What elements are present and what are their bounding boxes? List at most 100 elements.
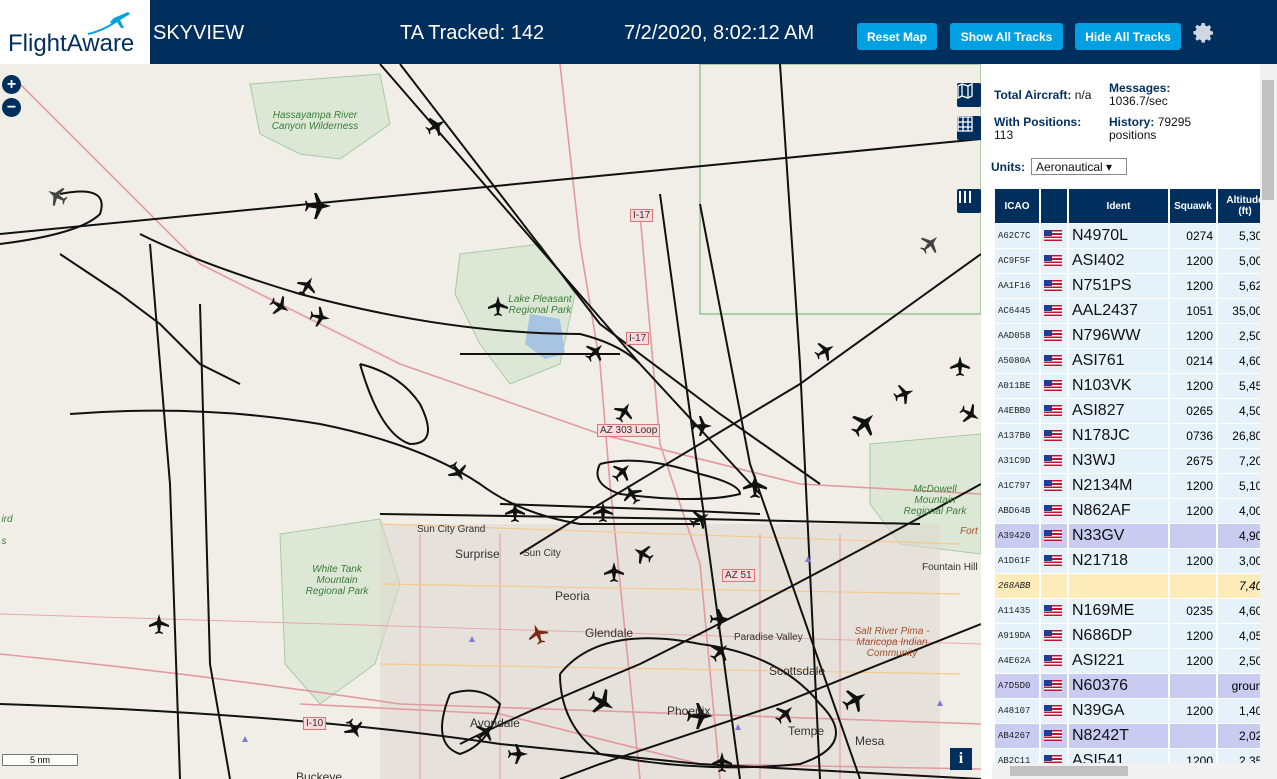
flag-cell [1041,299,1067,323]
icao-cell: A62C7C [995,224,1039,248]
table-row[interactable]: AA1F16 N751PS 1200 5,625 [995,274,1272,298]
table-row[interactable]: ABD64B N862AF 1200 4,000 [995,499,1272,523]
reset-map-button[interactable]: Reset Map [857,23,937,50]
table-row[interactable]: A137B0 N178JC 0736 26,800 [995,424,1272,448]
airplane-logo-icon [87,12,130,35]
ident-cell: N21718 [1069,549,1168,573]
flag-cell [1041,549,1067,573]
city-label-phoenix: Phoenix [667,704,711,718]
icao-cell: ABD64B [995,499,1039,523]
col-squawk[interactable]: Squawk [1170,189,1216,223]
col-flag[interactable] [1041,189,1067,223]
units-label: Units: [991,160,1025,174]
table-row[interactable]: A7D5D0 N60376 ground [995,674,1272,698]
map-layers-button[interactable] [957,83,981,107]
table-row[interactable]: 268ABB 7,400 [995,574,1272,598]
table-row[interactable]: A1C797 N2134M 1200 5,100 [995,474,1272,498]
map-layer[interactable] [0,64,981,779]
flag-cell [1041,574,1067,598]
city-label-glendale: Glendale [585,626,634,640]
squawk-cell [1170,724,1216,748]
table-row[interactable]: A011BE N103VK 1200 5,450 [995,374,1272,398]
top-bar: FlightAware SKYVIEW TA Tracked: 142 7/2/… [0,0,1277,64]
city-label-tempe: Tempe [788,724,825,738]
park-label-white-tank: White Tank Mountain Regional Park [305,564,369,597]
table-row[interactable]: A39420 N33GV 4,900 [995,524,1272,548]
us-flag-icon [1044,480,1062,492]
flag-cell [1041,699,1067,723]
table-row[interactable]: AB4267 N8242T 2,025 [995,724,1272,748]
icao-cell: A011BE [995,374,1039,398]
total-aircraft-label: Total Aircraft: [994,88,1072,102]
table-row[interactable]: A919DA N686DP 1200 4,050 [995,624,1272,648]
table-row[interactable]: A1D61F N21718 1200 3,000 [995,549,1272,573]
table-row[interactable]: A5080A ASI761 0214 4,600 [995,349,1272,373]
park-label-edge-2: s [1,536,7,547]
ident-cell: N8242T [1069,724,1168,748]
city-label-fountain-hills: Fountain Hill [922,562,978,573]
us-flag-icon [1044,305,1062,317]
gear-icon[interactable] [1192,21,1216,45]
flag-cell [1041,399,1067,423]
table-row[interactable]: A4E62A ASI221 1200 2,500 [995,649,1272,673]
table-row[interactable]: A11435 N169ME 0235 4,600 [995,599,1272,623]
squawk-cell: 1200 [1170,624,1216,648]
table-row[interactable]: A31C9D N3WJ 2675 7,200 [995,449,1272,473]
table-row[interactable]: AAD058 N796WW 1200 2,500 [995,324,1272,348]
units-select[interactable]: Aeronautical ▾ [1031,158,1127,175]
park-label-mcdowell: McDowell Mountain Regional Park [903,484,967,517]
map-canvas[interactable]: Hassayampa River Canyon Wilderness Lake … [0,64,981,779]
table-row[interactable]: A4EBB0 ASI827 0265 4,500 [995,399,1272,423]
sidebar-vertical-scroll-thumb[interactable] [1262,80,1274,200]
squawk-cell [1170,524,1216,548]
ident-cell: N686DP [1069,624,1168,648]
flag-cell [1041,524,1067,548]
us-flag-icon [1044,530,1062,542]
us-flag-icon [1044,705,1062,717]
info-button[interactable]: i [950,748,972,770]
flag-cell [1041,249,1067,273]
us-flag-icon [1044,430,1062,442]
flag-cell [1041,224,1067,248]
squawk-cell: 1200 [1170,699,1216,723]
us-flag-icon [1044,730,1062,742]
show-all-tracks-button[interactable]: Show All Tracks [950,23,1063,50]
flag-cell [1041,449,1067,473]
squawk-cell: 1200 [1170,374,1216,398]
table-row[interactable]: A48107 N39GA 1200 1,400 [995,699,1272,723]
squawk-cell: 0265 [1170,399,1216,423]
table-row[interactable]: AC6445 AAL2437 1051 35,000 [995,299,1272,323]
city-label-peoria: Peoria [555,589,590,603]
ident-cell: ASI402 [1069,249,1168,273]
squawk-cell: 0235 [1170,599,1216,623]
grid-toggle-button[interactable] [957,116,981,140]
city-label-paradise-valley: Paradise Valley [734,632,803,643]
aircraft-sidebar: Total Aircraft: n/a Messages: 1036.7/sec… [981,64,1277,779]
us-flag-icon [1044,455,1062,467]
col-icao[interactable]: ICAO [995,189,1039,223]
table-row[interactable]: AC9F5F ASI402 1200 5,000 [995,249,1272,273]
columns-toggle-button[interactable] [957,189,981,213]
zoom-out-button[interactable]: − [2,98,21,117]
col-ident[interactable]: Ident [1069,189,1168,223]
icao-cell: A48107 [995,699,1039,723]
ident-cell: N3WJ [1069,449,1168,473]
table-row[interactable]: A62C7C N4970L 0274 5,300 [995,224,1272,248]
squawk-cell: 1051 [1170,299,1216,323]
flightaware-logo[interactable]: FlightAware [0,0,150,64]
flag-cell [1041,349,1067,373]
hide-all-tracks-button[interactable]: Hide All Tracks [1075,23,1181,50]
zoom-in-button[interactable]: + [2,75,21,94]
flag-cell [1041,474,1067,498]
squawk-cell: 1200 [1170,499,1216,523]
squawk-cell: 1200 [1170,649,1216,673]
icao-cell: A4E62A [995,649,1039,673]
sidebar-horizontal-scroll-thumb[interactable] [1010,766,1128,776]
icao-cell: AC9F5F [995,249,1039,273]
flag-cell [1041,624,1067,648]
flag-cell [1041,499,1067,523]
ident-cell: N2134M [1069,474,1168,498]
messages-rate: Messages: 1036.7/sec [1109,82,1189,108]
positions-label: With Positions: [994,115,1082,129]
icao-cell: A31C9D [995,449,1039,473]
